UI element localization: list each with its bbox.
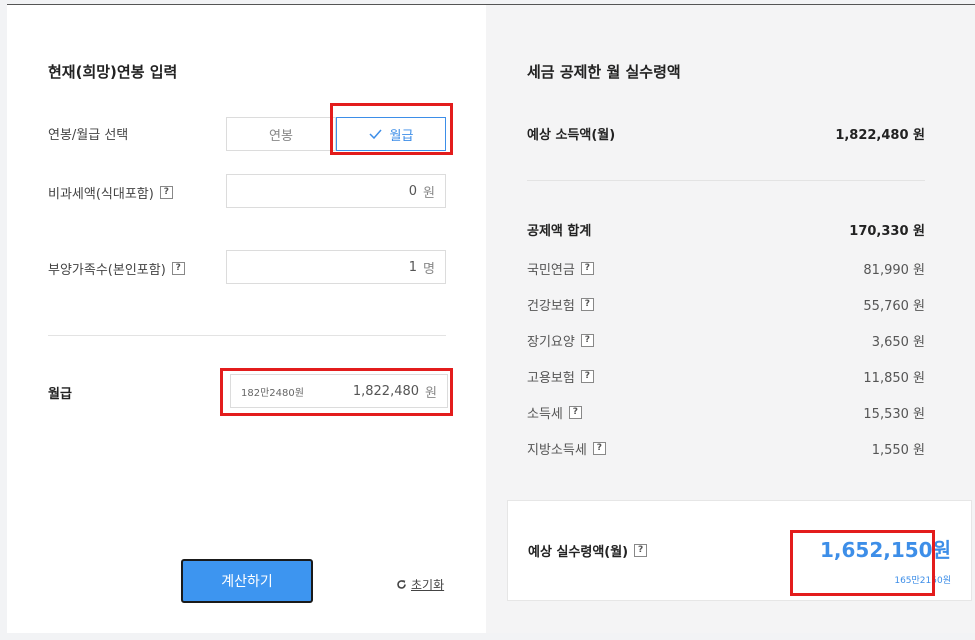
deduction-label: 장기요양	[527, 335, 575, 350]
dependents-input[interactable]: 1 명	[226, 250, 446, 284]
income-label: 예상 소득액(월)	[527, 128, 616, 143]
income-row: 예상 소득액(월) 1,822,480 원	[527, 124, 925, 143]
help-icon[interactable]: ?	[568, 406, 582, 419]
nontax-input[interactable]: 0 원	[226, 174, 446, 208]
deduction-label: 지방소득세	[527, 443, 587, 458]
mode-option-annual-label: 연봉	[269, 128, 293, 144]
mode-option-annual[interactable]: 연봉	[226, 117, 336, 151]
reset-button[interactable]: 초기화	[396, 576, 444, 593]
deduction-value: 3,650 원	[871, 335, 925, 350]
net-label-text: 예상 실수령액(월)	[528, 545, 629, 560]
help-icon[interactable]: ?	[634, 544, 648, 557]
divider	[527, 180, 925, 181]
deduction-label: 국민연금	[527, 263, 575, 278]
calculate-button[interactable]: 계산하기	[181, 559, 313, 603]
nontax-label-text: 비과세액(식대포함)	[48, 187, 154, 202]
dependents-label: 부양가족수(본인포함) ?	[48, 259, 185, 278]
salary-label: 월급	[48, 387, 72, 402]
nontax-unit: 원	[423, 185, 435, 201]
refresh-icon	[397, 580, 406, 589]
deduction-row: 장기요양? 3,650 원	[527, 331, 925, 350]
highlight-salary	[220, 368, 453, 416]
divider	[48, 335, 446, 336]
deduction-row: 고용보험? 11,850 원	[527, 367, 925, 386]
deduction-value: 11,850 원	[863, 371, 925, 386]
help-icon[interactable]: ?	[580, 370, 594, 383]
deduction-row: 소득세? 15,530 원	[527, 403, 925, 422]
income-value: 1,822,480 원	[835, 128, 925, 143]
help-icon[interactable]: ?	[159, 186, 173, 199]
help-icon[interactable]: ?	[580, 334, 594, 347]
mode-label-text: 연봉/월급 선택	[48, 128, 129, 143]
highlight-net	[790, 530, 935, 596]
nontax-value: 0	[408, 183, 418, 199]
reset-label: 초기화	[411, 578, 445, 592]
nontax-label: 비과세액(식대포함) ?	[48, 183, 173, 202]
deduction-value: 81,990 원	[863, 263, 925, 278]
deduction-value: 55,760 원	[863, 299, 925, 314]
deduction-value: 1,550 원	[871, 443, 925, 458]
result-title: 세금 공제한 월 실수령액	[527, 63, 681, 81]
help-icon[interactable]: ?	[171, 262, 185, 275]
deduction-label: 건강보험	[527, 299, 575, 314]
net-label: 예상 실수령액(월) ?	[528, 541, 648, 560]
deduction-label: 고용보험	[527, 371, 575, 386]
input-title: 현재(희망)연봉 입력	[48, 63, 178, 81]
help-icon[interactable]: ?	[580, 262, 594, 275]
deduction-row: 국민연금? 81,990 원	[527, 259, 925, 278]
dependents-unit: 명	[423, 261, 435, 277]
deduction-label: 소득세	[527, 407, 563, 422]
deduction-total-value: 170,330 원	[849, 224, 925, 239]
deduction-row: 지방소득세? 1,550 원	[527, 439, 925, 458]
input-panel: 현재(희망)연봉 입력 연봉/월급 선택 연봉 월급 비과세액(식대포함) ? …	[7, 5, 486, 633]
result-panel: 세금 공제한 월 실수령액 예상 소득액(월) 1,822,480 원 공제액 …	[486, 5, 975, 633]
dependents-label-text: 부양가족수(본인포함)	[48, 263, 166, 278]
deduction-total-label: 공제액 합계	[527, 224, 592, 239]
dependents-value: 1	[408, 259, 418, 275]
deduction-row: 건강보험? 55,760 원	[527, 295, 925, 314]
help-icon[interactable]: ?	[580, 298, 594, 311]
deduction-total-row: 공제액 합계 170,330 원	[527, 220, 925, 239]
calculator-frame: 현재(희망)연봉 입력 연봉/월급 선택 연봉 월급 비과세액(식대포함) ? …	[7, 4, 975, 633]
deduction-value: 15,530 원	[863, 407, 925, 422]
help-icon[interactable]: ?	[592, 442, 606, 455]
highlight-mode	[330, 103, 453, 155]
mode-label: 연봉/월급 선택	[48, 124, 128, 143]
